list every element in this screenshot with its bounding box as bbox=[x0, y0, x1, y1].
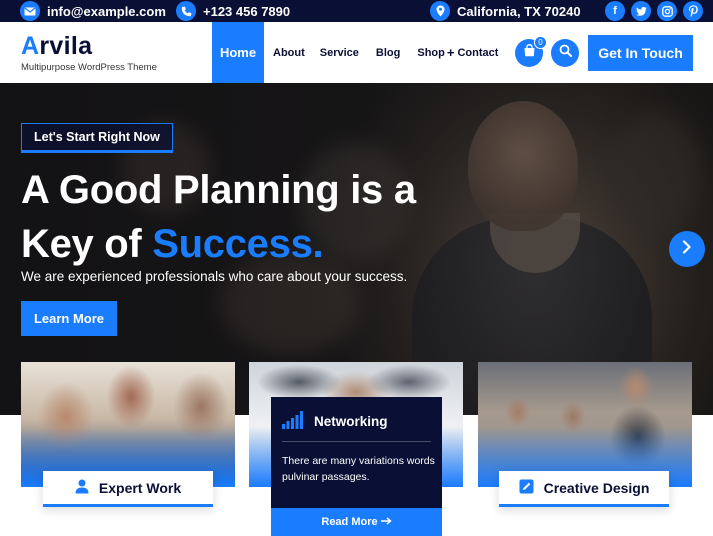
shopping-bag-icon bbox=[523, 44, 536, 62]
cart-button[interactable]: 0 bbox=[515, 36, 547, 67]
location-pin-icon bbox=[430, 1, 450, 21]
instagram-icon[interactable] bbox=[657, 1, 677, 21]
nav-service[interactable]: Service bbox=[320, 22, 359, 83]
site-header: Arvila Multipurpose WordPress Theme Home… bbox=[0, 22, 713, 83]
read-more-button[interactable]: Read More bbox=[271, 508, 442, 536]
nav-home[interactable]: Home bbox=[212, 22, 264, 83]
email-contact[interactable]: info@example.com bbox=[20, 0, 166, 22]
logo-tagline: Multipurpose WordPress Theme bbox=[21, 62, 157, 73]
nav-shop-label: Shop bbox=[417, 46, 445, 59]
nav-contact[interactable]: Contact bbox=[457, 22, 498, 83]
hero-title-line2: Key of Success. bbox=[21, 222, 324, 266]
service-card-expert-work[interactable] bbox=[21, 362, 235, 487]
chevron-right-icon bbox=[682, 239, 692, 259]
cart-count-badge: 0 bbox=[534, 36, 547, 49]
networking-heading: Networking bbox=[282, 411, 388, 432]
location-text: California, TX 70240 bbox=[457, 3, 581, 19]
user-icon bbox=[75, 479, 89, 497]
expert-work-label[interactable]: Expert Work bbox=[43, 471, 213, 507]
phone-icon bbox=[176, 1, 196, 21]
facebook-icon[interactable]: f bbox=[605, 1, 625, 21]
read-more-text: Read More bbox=[321, 516, 378, 528]
networking-card: Networking There are many variations wor… bbox=[271, 397, 442, 536]
hero-title: A Good Planning is a Key of Success. bbox=[21, 163, 416, 271]
networking-title: Networking bbox=[314, 414, 388, 429]
nav-about[interactable]: About bbox=[273, 22, 305, 83]
mail-icon bbox=[20, 1, 40, 21]
search-icon bbox=[559, 44, 572, 62]
creative-design-label[interactable]: Creative Design bbox=[499, 471, 669, 507]
signal-bars-icon bbox=[282, 411, 304, 432]
email-text: info@example.com bbox=[47, 3, 166, 19]
hero-title-accent: Success. bbox=[152, 222, 324, 266]
get-in-touch-button[interactable]: Get In Touch bbox=[588, 35, 693, 71]
logo-title: Arvila bbox=[21, 32, 93, 60]
expert-work-text: Expert Work bbox=[98, 479, 182, 496]
nav-shop[interactable]: Shop + bbox=[417, 22, 454, 83]
twitter-icon[interactable] bbox=[631, 1, 651, 21]
phone-contact[interactable]: +123 456 7890 bbox=[176, 0, 290, 22]
main-nav: Home About Service Blog Shop + Contact bbox=[212, 22, 498, 83]
creative-design-text: Creative Design bbox=[543, 479, 650, 496]
nav-blog[interactable]: Blog bbox=[376, 22, 400, 83]
pencil-square-icon bbox=[519, 479, 534, 497]
plus-icon: + bbox=[446, 45, 455, 60]
slider-next-button[interactable] bbox=[669, 231, 705, 267]
top-contact-bar: info@example.com +123 456 7890 Californi… bbox=[0, 0, 713, 22]
phone-text: +123 456 7890 bbox=[203, 3, 291, 19]
hero-description: We are experienced professionals who car… bbox=[21, 269, 408, 284]
hero-badge: Let's Start Right Now bbox=[21, 123, 173, 153]
social-links: f bbox=[605, 0, 703, 22]
hero-title-line1: A Good Planning is a bbox=[21, 168, 416, 212]
location-contact: California, TX 70240 bbox=[430, 0, 581, 22]
service-card-creative-design[interactable] bbox=[478, 362, 692, 487]
site-logo[interactable]: Arvila Multipurpose WordPress Theme bbox=[21, 33, 157, 73]
learn-more-button[interactable]: Learn More bbox=[21, 301, 117, 336]
search-button[interactable] bbox=[551, 39, 579, 67]
arrow-right-icon bbox=[380, 516, 392, 528]
networking-description: There are many variations words pulvinar… bbox=[282, 455, 435, 483]
divider bbox=[282, 441, 431, 442]
pinterest-icon[interactable] bbox=[683, 1, 703, 21]
